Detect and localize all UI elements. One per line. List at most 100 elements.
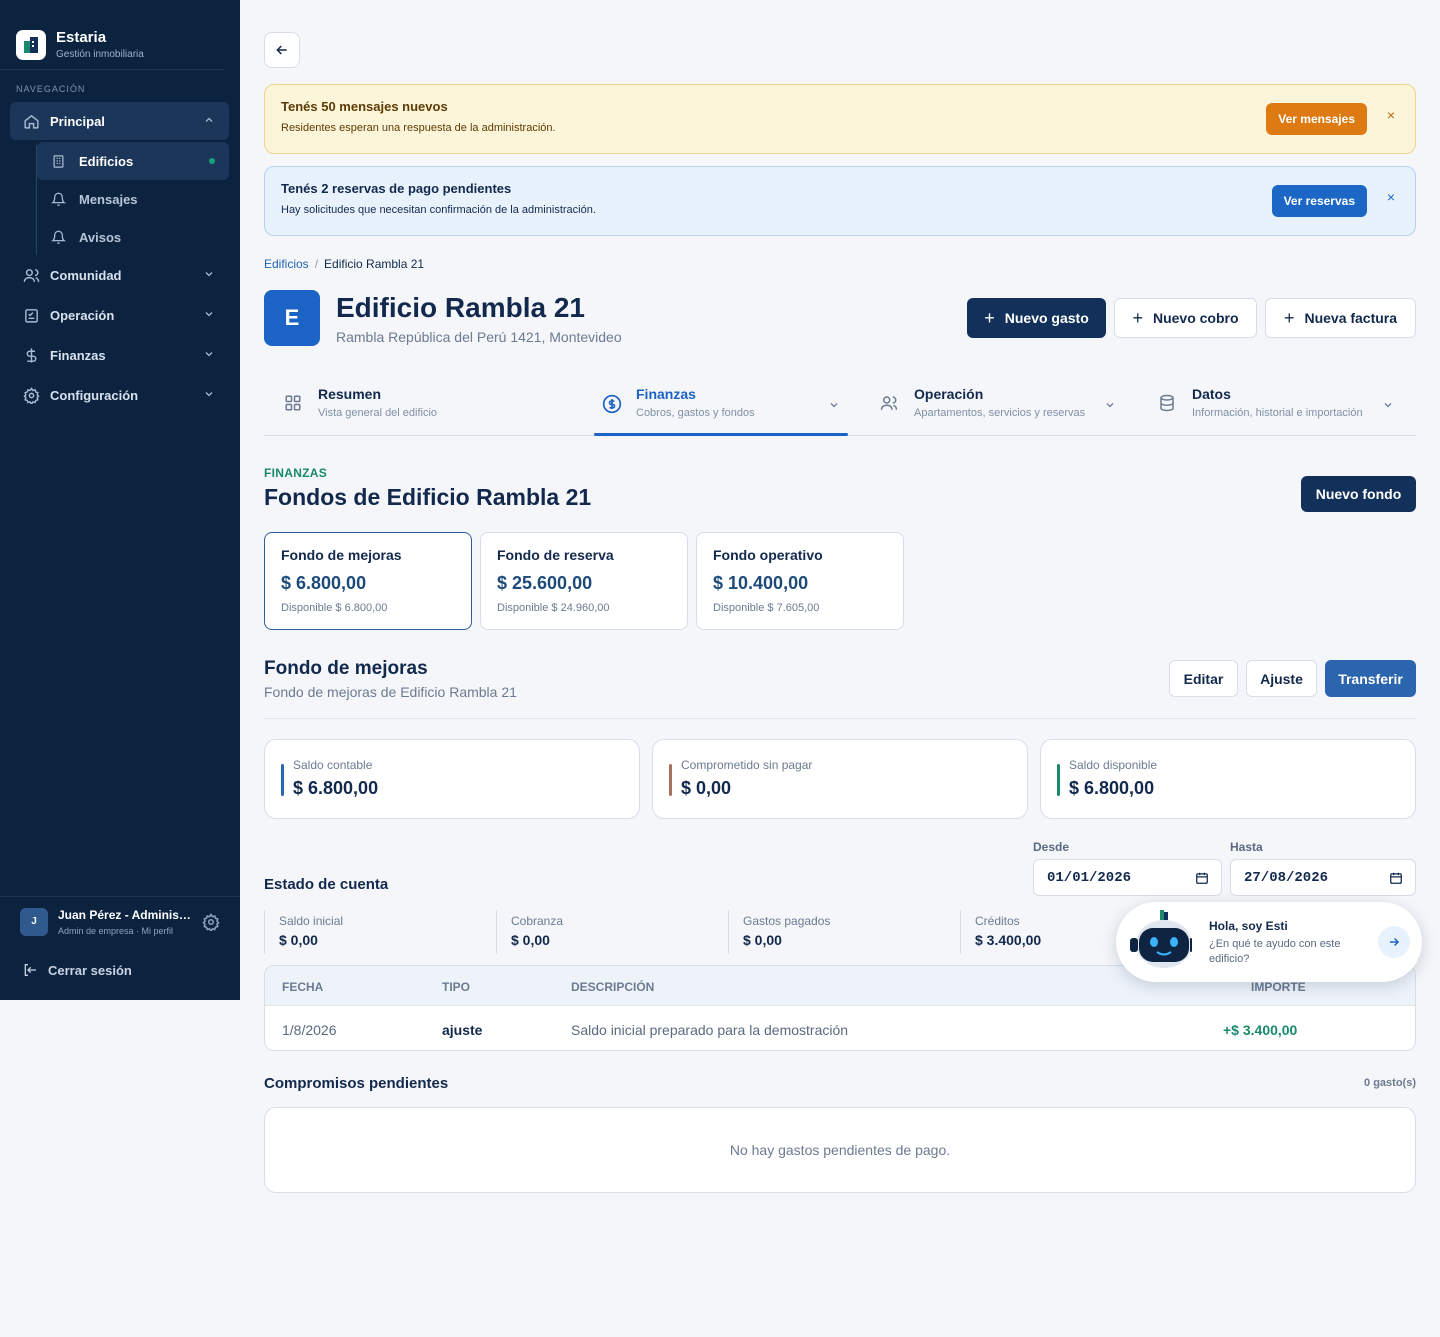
new-expense-button[interactable]: + Nuevo gasto bbox=[967, 298, 1106, 338]
to-date-input[interactable]: 27/08/2026 bbox=[1230, 859, 1416, 896]
robot-icon bbox=[1130, 910, 1192, 968]
sidebar-item-configuracion[interactable]: Configuración bbox=[10, 376, 229, 414]
breadcrumb-current: Edificio Rambla 21 bbox=[324, 257, 425, 271]
stat-creditos: Créditos $ 3.400,00 bbox=[960, 910, 1041, 954]
tab-subtitle: Cobros, gastos y fondos bbox=[636, 407, 755, 419]
balance-accent-bar bbox=[281, 764, 284, 796]
alert-description: Residentes esperan una respuesta de la a… bbox=[281, 122, 556, 134]
logout-button[interactable]: Cerrar sesión bbox=[22, 962, 132, 978]
new-charge-button[interactable]: + Nuevo cobro bbox=[1114, 298, 1257, 338]
assistant-widget[interactable]: Hola, soy Esti ¿En qué te ayudo con este… bbox=[1116, 902, 1422, 982]
stat-gastos-pagados: Gastos pagados $ 0,00 bbox=[728, 910, 830, 954]
sidebar-item-label: Edificios bbox=[79, 153, 134, 169]
new-invoice-button[interactable]: + Nueva factura bbox=[1265, 298, 1416, 338]
calendar-icon[interactable] bbox=[1389, 871, 1403, 890]
assistant-prompt: ¿En qué te ayudo con este edificio? bbox=[1209, 938, 1341, 965]
alert-description: Hay solicitudes que necesitan confirmaci… bbox=[281, 204, 596, 216]
tab-operacion[interactable]: Operación Apartamentos, servicios y reser… bbox=[880, 372, 1126, 436]
back-button[interactable] bbox=[264, 32, 300, 68]
balance-label: Saldo contable bbox=[293, 758, 373, 772]
page-title: Edificio Rambla 21 bbox=[336, 292, 585, 323]
close-icon[interactable]: × bbox=[1387, 107, 1395, 123]
assistant-greeting: Hola, soy Esti bbox=[1209, 919, 1288, 933]
user-profile[interactable]: J Juan Pérez - Administrador Admin de em… bbox=[0, 896, 240, 946]
transfer-button[interactable]: Transferir bbox=[1325, 660, 1416, 697]
settings-icon[interactable] bbox=[202, 913, 220, 936]
sidebar-item-finanzas[interactable]: Finanzas bbox=[10, 336, 229, 374]
stat-label: Gastos pagados bbox=[743, 914, 831, 928]
active-dot bbox=[209, 158, 215, 164]
sidebar-item-label: Principal bbox=[50, 113, 105, 129]
chevron-down-icon bbox=[203, 348, 215, 363]
tab-title: Datos bbox=[1192, 386, 1231, 402]
close-icon[interactable]: × bbox=[1387, 189, 1395, 205]
sidebar-item-avisos[interactable]: Avisos bbox=[37, 218, 229, 256]
chevron-down-icon bbox=[1382, 398, 1394, 416]
fund-available: Disponible $ 7.605,00 bbox=[713, 602, 820, 614]
fund-name: Fondo operativo bbox=[713, 547, 823, 563]
button-label: Nueva factura bbox=[1304, 310, 1398, 326]
arrow-right-icon[interactable] bbox=[1378, 926, 1410, 958]
button-label: Nuevo gasto bbox=[1004, 310, 1089, 326]
tab-subtitle: Información, historial e importación bbox=[1192, 407, 1363, 419]
clipboard-icon bbox=[22, 306, 40, 324]
column-header: TIPO bbox=[442, 980, 471, 994]
sidebar-item-principal[interactable]: Principal bbox=[10, 102, 229, 140]
row-description: Saldo inicial preparado para la demostra… bbox=[571, 1022, 849, 1038]
avatar: J bbox=[20, 907, 48, 936]
gear-icon bbox=[22, 386, 40, 404]
fund-detail-subtitle: Fondo de mejoras de Edificio Rambla 21 bbox=[264, 684, 517, 700]
messages-alert: Tenés 50 mensajes nuevos Residentes espe… bbox=[264, 84, 1416, 154]
breadcrumb: Edificios / Edificio Rambla 21 bbox=[264, 257, 424, 271]
sidebar-item-label: Comunidad bbox=[50, 267, 122, 283]
column-header: FECHA bbox=[282, 980, 324, 994]
stat-label: Créditos bbox=[975, 914, 1020, 928]
brand-logo bbox=[16, 29, 46, 60]
sidebar-item-comunidad[interactable]: Comunidad bbox=[10, 256, 229, 294]
active-tab-indicator bbox=[594, 433, 848, 436]
view-messages-button[interactable]: Ver mensajes bbox=[1266, 103, 1367, 135]
chevron-down-icon bbox=[1104, 398, 1116, 416]
tab-datos[interactable]: Datos Información, historial e importació… bbox=[1158, 372, 1404, 436]
row-type: ajuste bbox=[442, 1022, 483, 1038]
fund-card-mejoras[interactable]: Fondo de mejoras $ 6.800,00 Disponible $… bbox=[264, 532, 472, 630]
adjust-button[interactable]: Ajuste bbox=[1246, 660, 1317, 697]
brand-name: Estaria bbox=[56, 29, 107, 46]
breadcrumb-link[interactable]: Edificios bbox=[264, 257, 309, 271]
to-label: Hasta bbox=[1230, 840, 1263, 854]
view-reservations-button[interactable]: Ver reservas bbox=[1271, 185, 1367, 217]
calendar-icon[interactable] bbox=[1195, 871, 1209, 890]
fund-value: $ 10.400,00 bbox=[713, 573, 809, 593]
new-fund-button[interactable]: Nuevo fondo bbox=[1301, 476, 1416, 512]
alert-title: Tenés 50 mensajes nuevos bbox=[281, 99, 448, 114]
fund-detail-title: Fondo de mejoras bbox=[264, 658, 428, 679]
user-name: Juan Pérez - Administrador bbox=[58, 907, 194, 922]
from-date-input[interactable]: 01/01/2026 bbox=[1033, 859, 1222, 896]
stat-label: Cobranza bbox=[511, 914, 564, 928]
chevron-down-icon bbox=[203, 308, 215, 323]
breadcrumb-separator: / bbox=[314, 257, 319, 271]
sidebar-item-label: Mensajes bbox=[79, 191, 138, 207]
tab-finanzas[interactable]: Finanzas Cobros, gastos y fondos bbox=[602, 372, 848, 436]
tab-subtitle: Apartamentos, servicios y reservas bbox=[914, 407, 1086, 419]
edit-button[interactable]: Editar bbox=[1169, 660, 1238, 697]
sidebar-item-mensajes[interactable]: Mensajes bbox=[37, 180, 229, 218]
sidebar-item-operacion[interactable]: Operación bbox=[10, 296, 229, 334]
arrow-left-icon bbox=[276, 45, 287, 55]
sidebar-item-label: Operación bbox=[50, 307, 115, 323]
tab-resumen[interactable]: Resumen Vista general del edificio bbox=[284, 372, 437, 436]
sidebar-item-edificios[interactable]: Edificios bbox=[37, 142, 229, 180]
fund-card-reserva[interactable]: Fondo de reserva $ 25.600,00 Disponible … bbox=[480, 532, 688, 630]
brand[interactable]: Estaria Gestión inmobiliaria bbox=[0, 0, 224, 70]
fund-available: Disponible $ 6.800,00 bbox=[281, 602, 388, 614]
tab-bar: Resumen Vista general del edificio Finanz… bbox=[264, 372, 1416, 436]
row-amount: +$ 3.400,00 bbox=[1223, 1022, 1298, 1038]
sidebar-item-label: Finanzas bbox=[50, 347, 106, 363]
plus-icon: + bbox=[1132, 307, 1143, 328]
stat-value: $ 0,00 bbox=[279, 932, 318, 948]
balance-value: $ 6.800,00 bbox=[1069, 778, 1155, 798]
fund-card-operativo[interactable]: Fondo operativo $ 10.400,00 Disponible $… bbox=[696, 532, 904, 630]
chevron-down-icon bbox=[203, 268, 215, 283]
to-date-value: 27/08/2026 bbox=[1244, 869, 1329, 886]
grid-icon bbox=[284, 394, 304, 412]
